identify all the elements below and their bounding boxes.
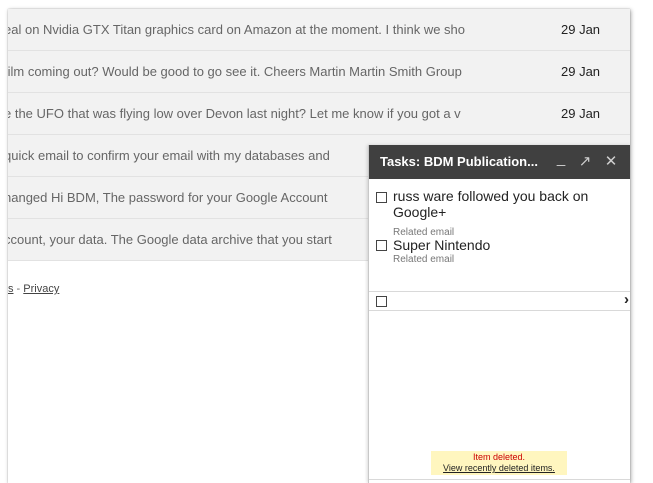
tasks-header: Tasks: BDM Publication... _ ↗ ✕ bbox=[369, 145, 630, 179]
task-title[interactable]: Super Nintendo bbox=[393, 237, 618, 253]
email-row[interactable]: e the UFO that was flying low over Devon… bbox=[8, 93, 630, 135]
tasks-title[interactable]: Tasks: BDM Publication... bbox=[380, 145, 538, 179]
tasks-panel: Tasks: BDM Publication... _ ↗ ✕ russ war… bbox=[368, 145, 630, 483]
task-checkbox[interactable] bbox=[376, 192, 387, 203]
chevron-right-icon[interactable]: › bbox=[624, 291, 629, 308]
task-checkbox[interactable] bbox=[376, 296, 387, 307]
email-date: 29 Jan bbox=[561, 64, 601, 79]
email-row[interactable]: film coming out? Would be good to go see… bbox=[8, 51, 630, 93]
deleted-notice: Item deleted. View recently deleted item… bbox=[431, 451, 567, 475]
email-snippet: film coming out? Would be good to go see… bbox=[8, 64, 462, 79]
email-snippet: e the UFO that was flying low over Devon… bbox=[8, 106, 461, 121]
email-row[interactable]: eal on Nvidia GTX Titan graphics card on… bbox=[8, 9, 630, 51]
email-date: 29 Jan bbox=[561, 106, 601, 121]
gmail-window: eal on Nvidia GTX Titan graphics card on… bbox=[8, 9, 630, 483]
email-snippet: eal on Nvidia GTX Titan graphics card on… bbox=[8, 22, 466, 37]
new-task-row[interactable]: › bbox=[369, 291, 630, 311]
footer-links: s - Privacy bbox=[8, 283, 59, 295]
footer-separator: - bbox=[13, 283, 24, 295]
task-checkbox[interactable] bbox=[376, 240, 387, 251]
popout-icon[interactable]: ↗ bbox=[575, 145, 595, 179]
minimize-icon[interactable]: _ bbox=[551, 142, 571, 176]
tasks-toolbar bbox=[369, 479, 630, 483]
email-date: 29 Jan bbox=[561, 22, 601, 37]
task-title[interactable]: russ ware followed you back on Google+ bbox=[393, 188, 618, 220]
deleted-items-link[interactable]: View recently deleted items. bbox=[431, 463, 567, 474]
notice-message: Item deleted. bbox=[472, 452, 526, 462]
close-icon[interactable]: ✕ bbox=[601, 145, 621, 179]
related-email-link[interactable]: Related email bbox=[393, 254, 454, 265]
privacy-link[interactable]: Privacy bbox=[23, 283, 59, 295]
